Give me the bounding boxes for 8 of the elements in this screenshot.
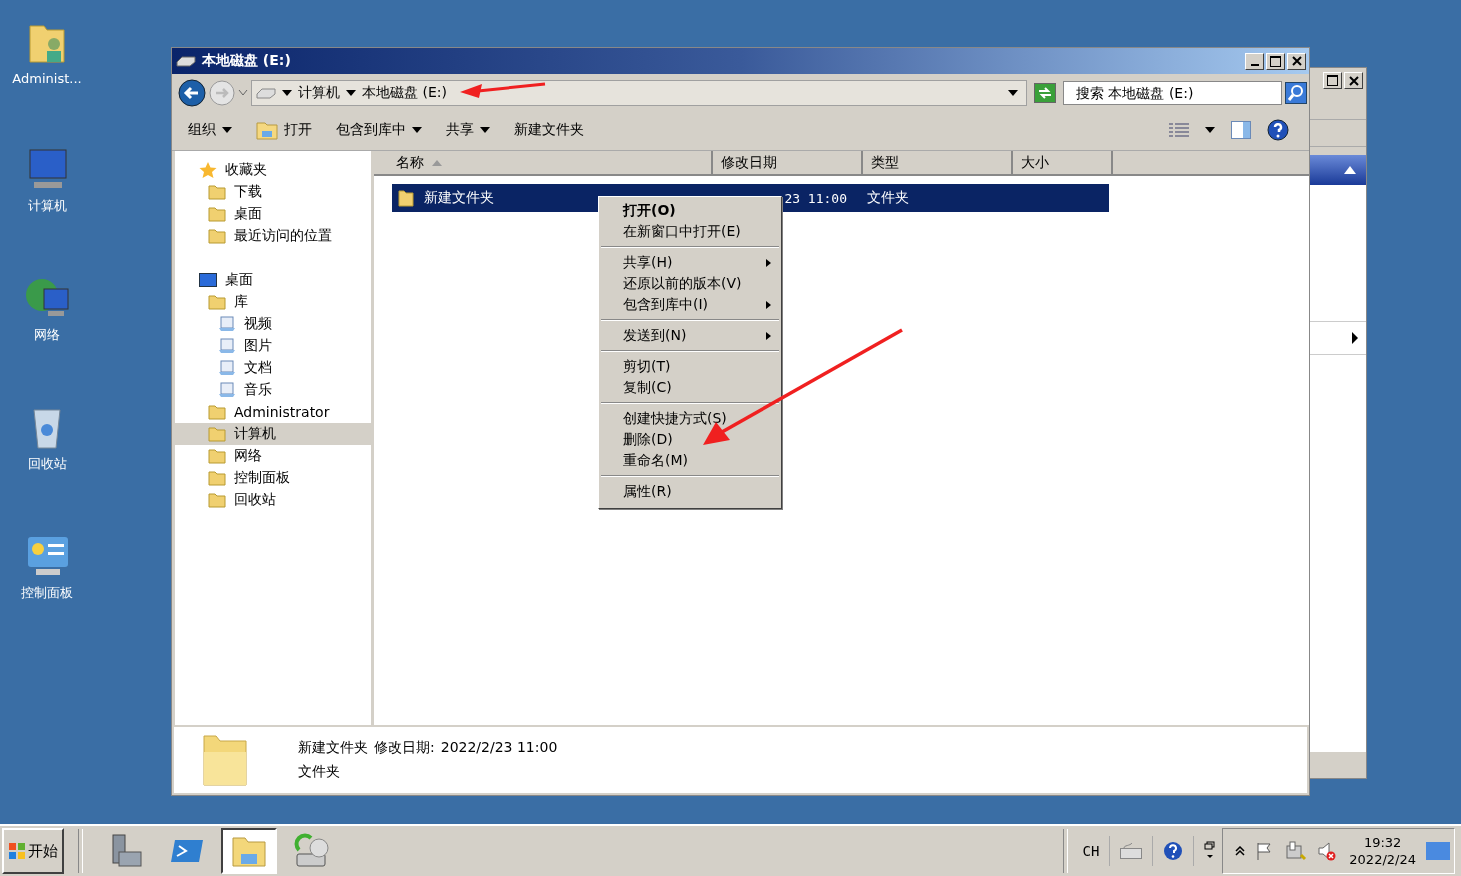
window-title: 本地磁盘 (E:) <box>202 52 291 70</box>
file-name: 新建文件夹 <box>424 189 494 207</box>
file-date: 23 11:00 <box>784 190 847 206</box>
details-type: 文件夹 <box>298 763 341 781</box>
file-type: 文件夹 <box>867 189 909 207</box>
details-name: 新建文件夹 <box>298 739 368 757</box>
details-date: 2022/2/23 11:00 <box>440 739 558 755</box>
details-label: 修改日期: <box>374 739 435 757</box>
